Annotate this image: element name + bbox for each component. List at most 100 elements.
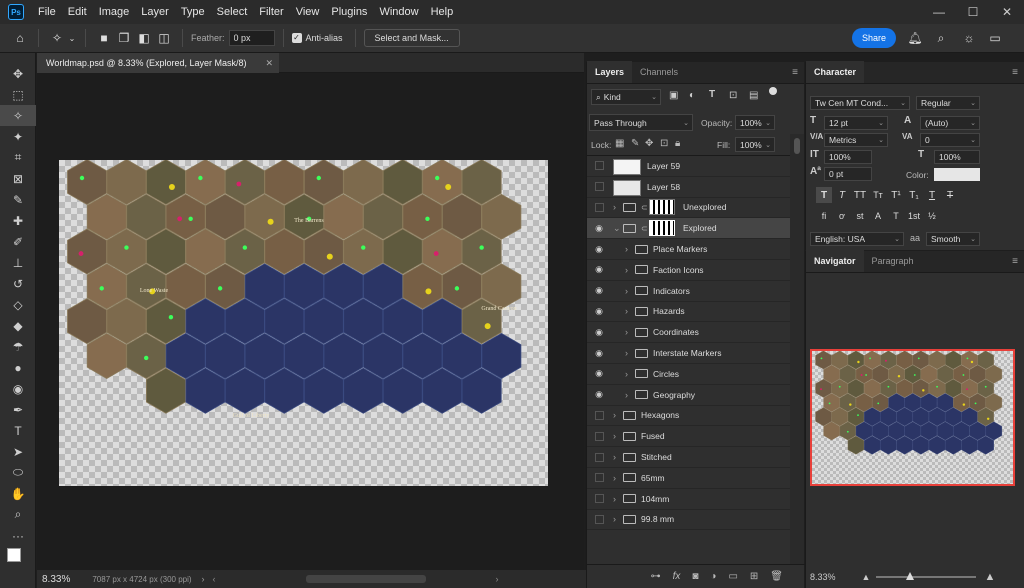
antialias-checkbox[interactable]: ✓ — [291, 33, 302, 43]
select-and-mask-button[interactable]: Select and Mask... — [363, 29, 460, 47]
filter-adjustment-icon[interactable]: ◐ — [689, 90, 695, 101]
baseline-shift-input[interactable]: 0 pt — [824, 167, 872, 181]
small-caps-button[interactable]: Tт — [870, 187, 886, 203]
minimize-icon[interactable]: — — [922, 0, 956, 24]
stamp-tool-icon[interactable]: ⊥ — [0, 252, 36, 273]
layer-row[interactable]: ◉ › Circles — [587, 364, 804, 385]
chevron-right-icon[interactable]: › — [625, 265, 628, 275]
layer-row[interactable]: ◉ › Faction Icons — [587, 260, 804, 281]
eye-icon[interactable]: ◉ — [593, 285, 605, 296]
underline-button[interactable]: T — [924, 187, 940, 203]
mask-link-icon[interactable]: ⊂ — [641, 203, 648, 212]
zoom-lens-icon[interactable]: ◉ — [0, 378, 36, 399]
fx-icon[interactable]: fx — [673, 571, 681, 582]
polygonal-lasso-icon[interactable]: ✧ — [47, 28, 67, 48]
visibility-toggle[interactable] — [595, 473, 604, 483]
font-family-select[interactable]: Tw Cen MT Cond... ⌄ — [810, 96, 910, 110]
filter-shape-icon[interactable]: ⊡ — [729, 90, 737, 101]
eye-icon[interactable]: ◉ — [593, 368, 605, 379]
character-menu-icon[interactable]: ≡ — [1012, 67, 1018, 78]
visibility-toggle[interactable] — [595, 514, 604, 524]
oldstyle-button[interactable]: ơ — [834, 208, 850, 224]
close-icon[interactable]: ✕ — [990, 0, 1024, 24]
foreground-swatch[interactable] — [7, 548, 21, 562]
home-icon[interactable]: ⌂ — [10, 28, 30, 48]
lock-transparency-icon[interactable]: ▦ — [615, 138, 624, 149]
dodge-tool-icon[interactable]: ● — [0, 357, 36, 378]
navigator-zoom[interactable]: 8.33% — [810, 572, 836, 582]
layer-row[interactable]: › 65mm — [587, 468, 804, 489]
zoom-slider[interactable] — [876, 572, 977, 580]
faux-italic-button[interactable]: T — [834, 187, 850, 203]
visibility-toggle[interactable] — [595, 202, 604, 212]
type-tool-icon[interactable]: T — [0, 420, 36, 441]
font-style-select[interactable]: Regular ⌄ — [916, 96, 980, 110]
healing-brush-icon[interactable]: ✚ — [0, 210, 36, 231]
more-tools-icon[interactable]: ··· — [0, 525, 36, 546]
mask-link-icon[interactable]: ⊂ — [641, 224, 648, 233]
marquee-tool-icon[interactable]: ⬚ — [0, 84, 36, 105]
tab-layers[interactable]: Layers — [587, 61, 633, 83]
lock-all-icon[interactable]: 🔒︎ — [675, 138, 680, 149]
kerning-select[interactable]: Metrics ⌄ — [824, 133, 888, 147]
menu-view[interactable]: View — [290, 6, 326, 18]
path-selection-icon[interactable]: ➤ — [0, 441, 36, 462]
lock-pixels-icon[interactable]: ✎ — [631, 138, 639, 149]
layer-row[interactable]: ◉ › Interstate Markers — [587, 343, 804, 364]
search-icon[interactable]: ⌕ — [932, 29, 950, 47]
add-mask-icon[interactable]: ◙ — [692, 571, 698, 582]
antialias-method-select[interactable]: Smooth ⌄ — [926, 232, 980, 246]
chevron-down-icon[interactable]: ⌄ — [67, 28, 77, 48]
visibility-toggle[interactable] — [595, 431, 604, 441]
menu-file[interactable]: File — [32, 6, 62, 18]
stylistic-alternates-button[interactable]: A — [870, 208, 886, 224]
layers-scroll-thumb[interactable] — [794, 138, 800, 154]
new-selection-icon[interactable]: ■ — [94, 28, 114, 48]
chevron-right-icon[interactable]: › — [625, 306, 628, 316]
zoom-in-icon[interactable]: ▲ — [984, 571, 995, 583]
document-tab[interactable]: Worldmap.psd @ 8.33% (Explored, Layer Ma… — [37, 53, 279, 73]
opacity-input[interactable]: 100% ⌄ — [735, 115, 775, 130]
menu-help[interactable]: Help — [425, 6, 460, 18]
layer-thumbnail[interactable] — [613, 159, 641, 175]
lock-position-icon[interactable]: ✥ — [645, 138, 653, 149]
vertical-scale-input[interactable]: 100% — [824, 150, 872, 164]
move-tool-icon[interactable]: ✥ — [0, 63, 36, 84]
adjustment-layer-icon[interactable]: ◑ — [710, 571, 716, 582]
layer-row[interactable]: Layer 58 — [587, 177, 804, 198]
pen-tool-icon[interactable]: ✒ — [0, 399, 36, 420]
filter-pixel-icon[interactable]: ▣ — [669, 90, 678, 101]
chevron-right-icon[interactable]: › — [625, 348, 628, 358]
menu-layer[interactable]: Layer — [135, 6, 175, 18]
layer-row[interactable]: ◉ › Hazards — [587, 302, 804, 323]
chevron-right-icon[interactable]: › — [613, 452, 616, 462]
chevron-right-icon[interactable]: › — [613, 202, 616, 212]
bell-icon[interactable]: 🔔︎ — [906, 29, 924, 47]
layer-row[interactable]: › Fused — [587, 426, 804, 448]
lasso-tool-icon[interactable]: ✧ — [0, 105, 36, 126]
horizontal-scale-input[interactable]: 100% — [934, 150, 980, 164]
eye-icon[interactable]: ◉ — [593, 264, 605, 275]
paint-bucket-icon[interactable]: ◆ — [0, 315, 36, 336]
strikethrough-button[interactable]: T — [942, 187, 958, 203]
layer-mask-thumbnail[interactable] — [649, 199, 675, 216]
delete-layer-icon[interactable]: 🗑︎ — [770, 571, 783, 582]
layer-row[interactable]: ◉ › Place Markers — [587, 239, 804, 260]
lock-artboard-icon[interactable]: ⊡ — [660, 138, 668, 149]
zoom-level[interactable]: 8.33% — [42, 574, 70, 585]
subtract-selection-icon[interactable]: ◧ — [134, 28, 154, 48]
eyedropper-icon[interactable]: ✎ — [0, 189, 36, 210]
layer-row[interactable]: ◉ ⌄ ⊂ Explored — [587, 218, 804, 240]
hex-map[interactable]: Gulf of Liberty Lone Waste The Barrens Gran… — [59, 160, 548, 486]
language-select[interactable]: English: USA ⌄ — [810, 232, 904, 246]
zoom-out-icon[interactable]: ▲ — [862, 572, 871, 582]
ordinals-button[interactable]: 1st — [906, 208, 922, 224]
canvas-area[interactable]: Gulf of Liberty Lone Waste The Barrens Gran… — [37, 73, 584, 570]
maximize-icon[interactable]: ☐ — [956, 0, 990, 24]
frame-tool-icon[interactable]: ⊠ — [0, 168, 36, 189]
leading-input[interactable]: (Auto) ⌄ — [920, 116, 980, 130]
lightbulb-icon[interactable]: ☼ — [960, 29, 978, 47]
subscript-button[interactable]: T₁ — [906, 187, 922, 203]
brush-tool-icon[interactable]: ✐ — [0, 231, 36, 252]
eye-icon[interactable]: ◉ — [593, 348, 605, 359]
